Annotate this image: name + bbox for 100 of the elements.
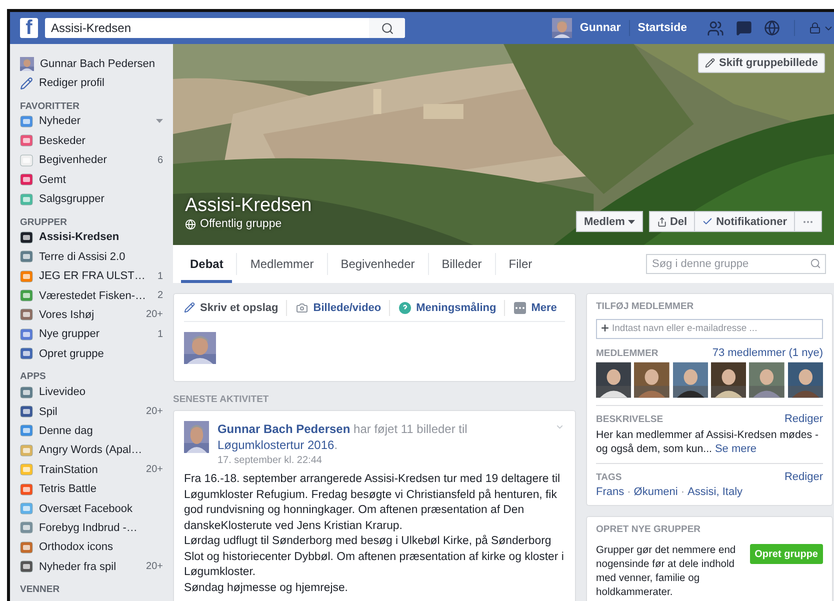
- sidebar-item[interactable]: Begivenheder 6: [20, 150, 173, 170]
- app-icon: [20, 386, 33, 399]
- edit-link[interactable]: Rediger: [784, 471, 823, 483]
- search-field[interactable]: Assisi-Kredsen: [45, 18, 405, 38]
- sidebar-item[interactable]: Rediger profil: [20, 73, 173, 93]
- app-icon: [20, 308, 33, 322]
- more-button[interactable]: [794, 211, 822, 232]
- section-heading: BESKRIVELSE: [596, 414, 664, 424]
- description-text: Her kan medlemmer af Assisi-Kredsen mødes - og også dem, som kun... Se mere: [596, 428, 820, 456]
- post-text: Søndag højmesse og hjemrejse.: [184, 580, 349, 596]
- app-icon: [20, 192, 33, 206]
- post-text: Lørdag udflugt til Sønderborg med besøg i Ulkebøl Kirke, på Sønderborg Slot og historiecenter Dybbøl. Om aftenen præsentation af kirke og kloster i Løgumkloster.: [184, 534, 565, 580]
- composer-action[interactable]: Meningsmåling: [399, 302, 504, 314]
- sidebar-item[interactable]: Spil 20+: [20, 402, 173, 422]
- pencil-icon: [20, 76, 33, 90]
- app-icon: [20, 540, 33, 554]
- tab[interactable]: Billeder: [432, 245, 491, 283]
- separator: ·: [680, 486, 684, 498]
- plus-icon: [600, 323, 610, 333]
- tag-link[interactable]: Økumeni: [634, 486, 678, 498]
- add-member-field[interactable]: Indtast navn eller e-mailadresse ...: [596, 318, 823, 338]
- sidebar-item[interactable]: Beskeder: [20, 131, 173, 151]
- sidebar-item[interactable]: TrainStation 20+: [20, 460, 173, 480]
- sidebar-item[interactable]: Angry Words (Apal…: [20, 440, 173, 460]
- caret-icon[interactable]: [156, 119, 163, 124]
- app-icon: [20, 289, 33, 302]
- home-link[interactable]: Startside: [630, 22, 695, 34]
- app-icon: [20, 114, 33, 128]
- composer-action[interactable]: Mere: [514, 302, 565, 314]
- sidebar-item[interactable]: Assisi-Kredsen: [20, 228, 173, 248]
- edit-link[interactable]: Rediger: [784, 413, 823, 425]
- sidebar-item[interactable]: Forebyg Indbrud -…: [20, 518, 173, 538]
- sidebar-item[interactable]: Oversæt Facebook: [20, 498, 173, 518]
- app-icon: [20, 560, 33, 574]
- sidebar-item[interactable]: Nyheder: [20, 112, 173, 132]
- tab[interactable]: Medlemmer: [241, 245, 323, 283]
- section-heading: MEDLEMMER: [596, 348, 658, 358]
- camera-icon: [296, 302, 308, 314]
- tag-link[interactable]: Assisi, Italy: [688, 486, 743, 498]
- privacy-label: Offentlig gruppe: [200, 218, 282, 230]
- composer-action[interactable]: Skriv et opslag: [184, 302, 286, 314]
- app-icon: [20, 154, 33, 167]
- author-link[interactable]: Gunnar Bach Pedersen: [217, 422, 350, 436]
- logo[interactable]: f: [20, 18, 38, 38]
- sidebar-item[interactable]: Gemt: [20, 170, 173, 190]
- album-link[interactable]: Løgumklostertur 2016: [217, 438, 334, 452]
- app-icon: [20, 482, 33, 496]
- app-icon: [20, 270, 33, 283]
- more-icon: [514, 302, 526, 314]
- sidebar-item[interactable]: JEG ER FRA ULST… 1: [20, 266, 173, 286]
- see-more-link[interactable]: Se mere: [714, 443, 757, 455]
- sidebar-item[interactable]: Nye grupper 1: [20, 324, 173, 344]
- sidebar-item[interactable]: Salgsgrupper: [20, 189, 173, 209]
- friends-icon[interactable]: [707, 20, 724, 36]
- change-cover-button[interactable]: Skift gruppebillede: [698, 53, 825, 73]
- section-heading: APPS: [20, 370, 47, 382]
- sidebar-item[interactable]: Denne dag: [20, 421, 173, 441]
- post-text: Fra 16.-18. september arrangerede Assisi-Kredsen tur med 19 deltagere til Løgumkloster Refugium. Fredag besøgte vi Christiansfeld på henturen, fik god rundvisning og honningkager. Om aftenen præsentation af Den danskeKlosterute ved Jens Kristian Krarup.: [184, 472, 562, 534]
- messages-icon[interactable]: [736, 20, 752, 36]
- share-button[interactable]: Del: [648, 211, 696, 232]
- pencil-icon: [704, 58, 715, 68]
- search-icon[interactable]: [380, 22, 394, 34]
- app-icon: [20, 502, 33, 515]
- app-icon: [20, 444, 33, 457]
- sidebar-item[interactable]: Værestedet Fisken-… 2: [20, 286, 173, 306]
- tab[interactable]: Debat: [181, 245, 232, 283]
- sidebar-item[interactable]: Gunnar Bach Pedersen: [20, 54, 173, 74]
- tab[interactable]: Begivenheder: [332, 245, 424, 283]
- post-header: Gunnar Bach Pedersen har føjet 11 billeder til Løgumklostertur 2016.: [217, 421, 468, 453]
- members-link[interactable]: 73 medlemmer (1 nye): [712, 347, 823, 359]
- app-icon: [20, 173, 33, 186]
- section-heading: GRUPPER: [20, 216, 68, 228]
- notifications-button[interactable]: Notifikationer: [694, 211, 795, 232]
- group-search-field[interactable]: Søg i denne gruppe: [646, 254, 826, 274]
- tab[interactable]: Filer: [500, 245, 542, 283]
- app-icon: [20, 521, 33, 534]
- create-group-text: Grupper gør det nemmere end nogensinde før at dele indhold med venner, familie og holdkammerater.: [596, 544, 737, 600]
- app-icon: [20, 405, 33, 418]
- app-icon: [20, 230, 33, 244]
- tag-link[interactable]: Frans: [596, 486, 624, 498]
- section-heading: TILFØJ MEDLEMMER: [596, 301, 695, 312]
- sidebar-item[interactable]: Opret gruppe: [20, 344, 173, 364]
- member-button[interactable]: Medlem: [576, 211, 643, 232]
- globe-icon[interactable]: [764, 20, 780, 36]
- profile-link[interactable]: Gunnar: [572, 22, 629, 34]
- caret-icon: [628, 220, 635, 224]
- separator: ·: [627, 486, 631, 498]
- sidebar-item[interactable]: Orthodox icons: [20, 538, 173, 557]
- lock-icon[interactable]: [809, 22, 821, 34]
- sidebar-item[interactable]: Livevideo: [20, 382, 173, 402]
- composer-action[interactable]: Billede/video: [296, 302, 390, 314]
- section-heading: TAGS: [596, 472, 622, 482]
- sidebar-item[interactable]: Terre di Assisi 2.0: [20, 247, 173, 267]
- sidebar-item[interactable]: Vores Ishøj 20+: [20, 305, 173, 325]
- sidebar-item[interactable]: Nyheder fra spil 20+: [20, 556, 173, 576]
- question-icon: [399, 302, 412, 314]
- pencil-icon: [184, 302, 195, 313]
- sidebar-item[interactable]: Tetris Battle: [20, 479, 173, 499]
- app-icon: [20, 347, 33, 360]
- globe-icon: [185, 218, 196, 230]
